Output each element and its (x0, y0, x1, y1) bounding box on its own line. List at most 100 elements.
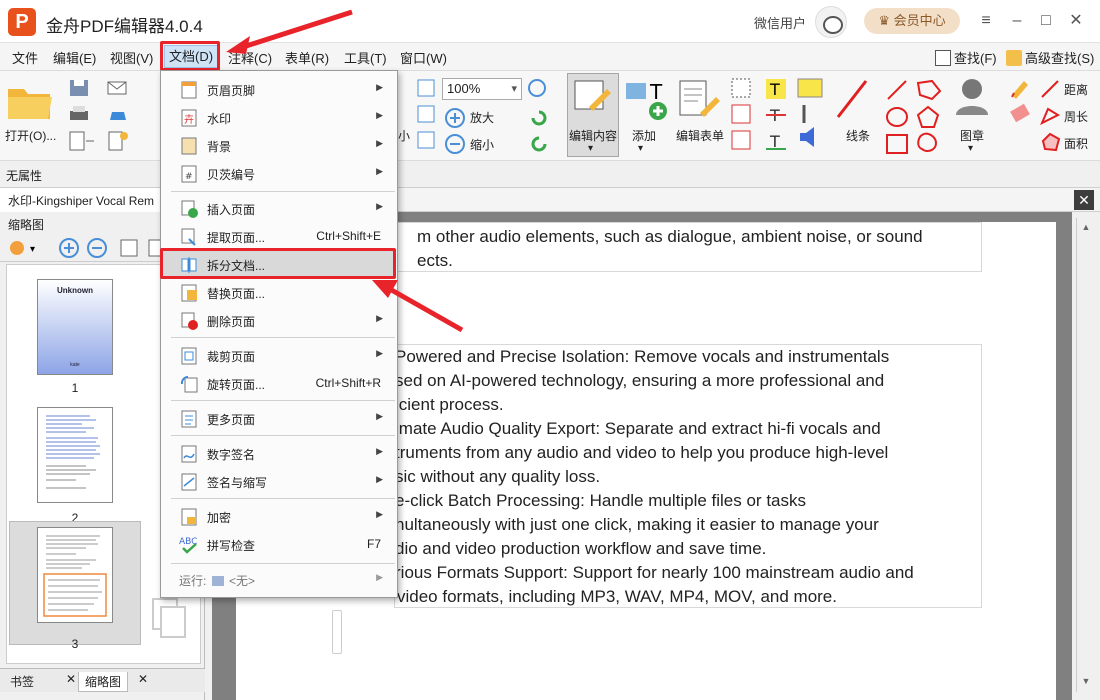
thumb-title: Unknown (57, 286, 93, 295)
add-dropdown-icon[interactable]: ▾ (638, 143, 643, 154)
distance-icon[interactable] (1040, 79, 1062, 99)
close-document-icon[interactable]: ✕ (1074, 190, 1094, 210)
scroll-up-icon[interactable]: ▲ (1079, 222, 1093, 236)
fit-width-icon[interactable] (416, 104, 436, 124)
user-name[interactable]: 微信用户 (754, 13, 806, 32)
settings-menu-icon[interactable]: ≡ (975, 10, 997, 32)
advanced-find-button[interactable]: 高级查找(S) (1006, 48, 1094, 67)
stamp-label[interactable]: 图章 (960, 127, 984, 144)
menu-item-extract-page[interactable]: 提取页面... Ctrl+Shift+E (163, 223, 395, 249)
add-label[interactable]: 添加 (632, 127, 656, 144)
edit-form-icon[interactable] (678, 77, 724, 121)
menu-item-rotate-page[interactable]: 旋转页面... Ctrl+Shift+R (163, 370, 395, 396)
menu-window[interactable]: 窗口(W) (400, 48, 447, 67)
distance-label[interactable]: 距离 (1064, 81, 1088, 98)
edit-form-label[interactable]: 编辑表单 (676, 127, 724, 144)
zoom-out-icon[interactable] (444, 133, 466, 155)
new-doc-icon[interactable] (106, 130, 136, 152)
menu-item-label: 旋转页面... (207, 378, 266, 392)
menu-item-insert-page[interactable]: 插入页面 ▶ (163, 195, 395, 221)
thumbnail-page-1[interactable]: Unknown kate (37, 279, 113, 375)
menu-item-background[interactable]: 背景 ▶ (163, 132, 395, 158)
minimize-button[interactable]: – (1006, 10, 1028, 32)
thumbnail-page-2[interactable] (37, 407, 113, 503)
perimeter-label[interactable]: 周长 (1064, 108, 1088, 125)
open-label[interactable]: 打开(O)... (5, 127, 56, 144)
text-line: icient process. (395, 395, 504, 414)
edit-content-dropdown-icon[interactable]: ▾ (588, 143, 593, 154)
zoom-in-icon[interactable] (444, 107, 466, 129)
menu-item-watermark[interactable]: 卉 水印 ▶ (163, 104, 395, 130)
menu-item-encrypt[interactable]: 加密 ▶ (163, 503, 395, 529)
menu-item-replace-page[interactable]: 替换页面... (163, 279, 395, 305)
menu-view[interactable]: 视图(V) (110, 48, 153, 67)
tab-bookmarks-close-icon[interactable]: ✕ (66, 672, 76, 686)
run-icon (211, 576, 224, 586)
menu-item-label: 加密 (207, 511, 232, 525)
perimeter-icon[interactable] (1040, 105, 1062, 125)
text-block[interactable]: m other audio elements, such as dialogue… (394, 222, 982, 272)
menu-annotation[interactable]: 注释(C) (228, 48, 272, 67)
menu-item-sign-initials[interactable]: 签名与缩写 ▶ (163, 468, 395, 494)
save-icon[interactable] (68, 78, 90, 98)
zoom-in-label[interactable]: 放大 (470, 109, 494, 126)
drawing-tools-icons[interactable] (1008, 77, 1034, 155)
vertical-scrollbar[interactable]: ▲ ▼ (1076, 218, 1094, 692)
options-gear-icon[interactable]: ▾ (8, 238, 44, 258)
document-menu-dropdown: 页眉页脚 ▶ 卉 水印 ▶ 背景 ▶ # 贝茨编号 ▶ 插入页面 ▶ 提取页面... Ctr… (160, 70, 398, 598)
tab-thumbnails-close-icon[interactable]: ✕ (138, 672, 148, 686)
line-tool-icon[interactable] (834, 77, 870, 121)
text-block[interactable]: Powered and Precise Isolation: Remove vo… (394, 344, 982, 608)
mail-icon[interactable] (106, 78, 136, 98)
area-label[interactable]: 面积 (1064, 135, 1088, 152)
add-image-text-icon[interactable]: T (624, 77, 670, 121)
page-handle[interactable] (332, 610, 342, 654)
find-button[interactable]: 查找(F) (935, 48, 997, 67)
thumb-zoom-in-icon[interactable] (58, 237, 80, 259)
rotate-cw-icon[interactable] (528, 107, 550, 129)
menu-separator (171, 498, 395, 499)
stamp-dropdown-icon[interactable]: ▾ (968, 143, 973, 154)
zoom-select[interactable]: 100% (442, 78, 522, 100)
menu-item-bates[interactable]: # 贝茨编号 ▶ (163, 160, 395, 186)
rotate-ccw-icon[interactable] (528, 133, 550, 155)
fit-visible-icon[interactable] (416, 130, 436, 150)
tab-thumbnails[interactable]: 缩略图 (78, 672, 129, 692)
close-button[interactable]: ✕ (1065, 10, 1087, 32)
text-line: sed on AI-powered technology, ensuring a… (395, 371, 885, 390)
area-icon[interactable] (1040, 131, 1062, 153)
text-line: ects. (417, 251, 453, 270)
thumbnail-page-3[interactable] (37, 527, 113, 623)
menu-item-digital-signature[interactable]: 数字签名 ▶ (163, 440, 395, 466)
submenu-arrow-icon: ▶ (376, 509, 383, 519)
maximize-button[interactable]: □ (1035, 10, 1057, 32)
menu-item-delete-page[interactable]: 删除页面 ▶ (163, 307, 395, 333)
menu-item-header-footer[interactable]: 页眉页脚 ▶ (163, 76, 395, 102)
thumb-rotate-icon[interactable] (118, 237, 142, 259)
avatar[interactable] (815, 6, 847, 38)
print-icon[interactable] (68, 104, 90, 124)
cloud-upload-icon[interactable] (106, 104, 136, 124)
menu-tools[interactable]: 工具(T) (344, 48, 387, 67)
line-label[interactable]: 线条 (846, 127, 870, 144)
annotation-tools-icons[interactable]: T T T (764, 77, 828, 155)
app-title: 金舟PDF编辑器4.0.4 (46, 17, 203, 36)
menu-item-spellcheck[interactable]: ABC 拼写检查 F7 (163, 531, 395, 557)
form-field-icons[interactable] (730, 77, 754, 155)
menu-edit[interactable]: 编辑(E) (53, 48, 96, 67)
open-folder-icon[interactable] (6, 81, 54, 121)
zoom-tool-icon[interactable] (527, 78, 553, 100)
menu-item-more-pages[interactable]: 更多页面 ▶ (163, 405, 395, 431)
shape-tools-icons[interactable] (884, 77, 944, 155)
scroll-down-icon[interactable]: ▼ (1079, 676, 1093, 690)
menu-file[interactable]: 文件 (12, 48, 38, 67)
thumb-zoom-out-icon[interactable] (86, 237, 108, 259)
zoom-out-label[interactable]: 缩小 (470, 136, 494, 153)
tab-bookmarks[interactable]: 书签 (4, 672, 40, 692)
menu-form[interactable]: 表单(R) (285, 48, 329, 67)
stamp-icon[interactable] (950, 75, 994, 119)
export-icon[interactable] (68, 130, 98, 152)
menu-item-crop-page[interactable]: 裁剪页面 ▶ (163, 342, 395, 368)
vip-center-button[interactable]: ♛ 会员中心 (864, 8, 960, 34)
fit-page-icon[interactable] (416, 78, 436, 98)
